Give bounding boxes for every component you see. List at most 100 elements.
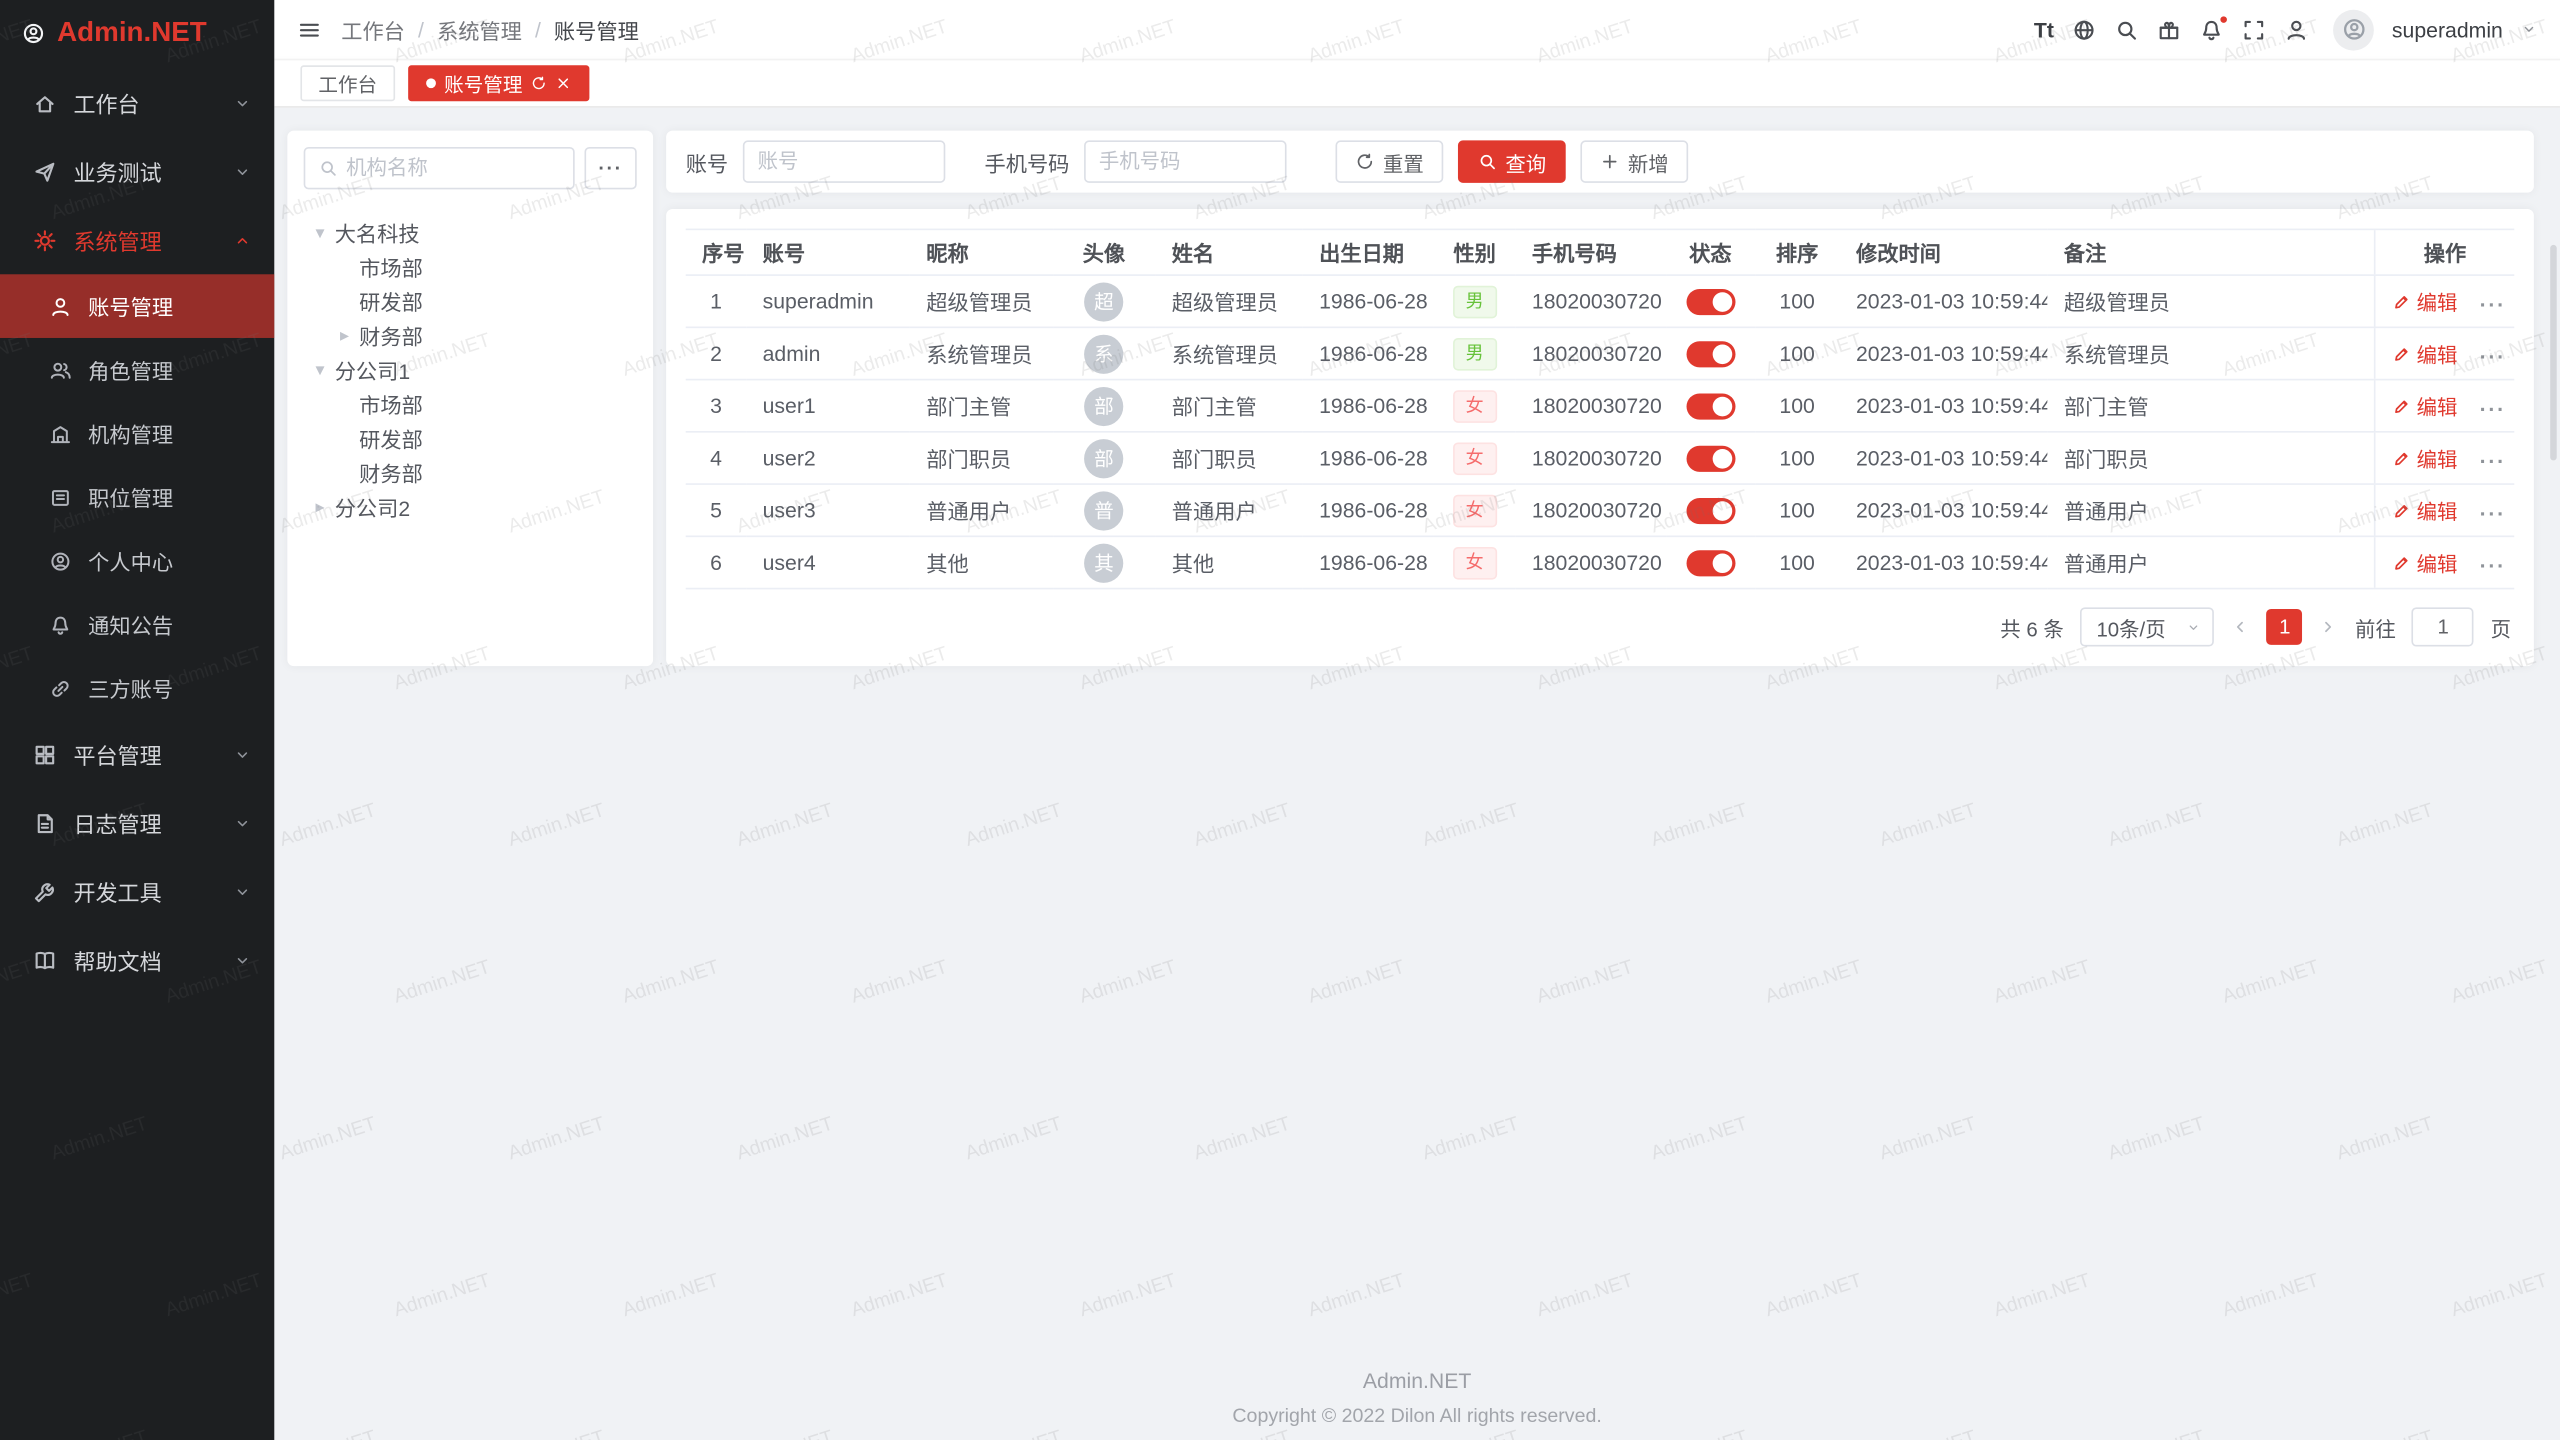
tree-node[interactable]: ▾大名科技 <box>304 216 637 250</box>
sidebar-item-label: 账号管理 <box>88 291 251 322</box>
edit-button[interactable]: 编辑 <box>2392 442 2457 473</box>
reset-button[interactable]: 重置 <box>1336 140 1444 182</box>
tab-account-management[interactable]: 账号管理 <box>408 65 589 101</box>
file-icon <box>33 811 57 835</box>
cell-remark: 部门主管 <box>2048 380 2375 432</box>
next-page-icon[interactable] <box>2319 617 2339 637</box>
prev-page-icon[interactable] <box>2231 617 2251 637</box>
username[interactable]: superadmin <box>2392 17 2503 41</box>
cell-name: 部门职员 <box>1155 432 1302 484</box>
sidebar-item-org-management[interactable]: 机构管理 <box>0 402 274 466</box>
tab-label: 工作台 <box>318 69 377 97</box>
phone-input[interactable] <box>1084 140 1286 182</box>
close-icon[interactable] <box>555 75 571 91</box>
sidebar-item-account-management[interactable]: 账号管理 <box>0 274 274 338</box>
status-toggle[interactable] <box>1686 550 1735 576</box>
gift-icon[interactable] <box>2157 17 2181 41</box>
search-icon[interactable] <box>2114 17 2138 41</box>
status-toggle[interactable] <box>1686 445 1735 471</box>
chevron-down-icon[interactable] <box>2521 21 2537 37</box>
sidebar-item-label: 日志管理 <box>73 807 217 840</box>
table-row: 4 user2 部门职员 部 部门职员 1986-06-28 女 1802003… <box>686 432 2515 484</box>
page-number-current[interactable]: 1 <box>2267 609 2303 645</box>
breadcrumb-item[interactable]: 系统管理 <box>437 14 522 45</box>
tree-node[interactable]: ▸分公司2 <box>304 490 637 524</box>
app: Admin.NET 工作台 业务测试 系统管理 账号管理 <box>0 0 2560 1440</box>
row-more-button[interactable]: ··· <box>2480 344 2506 368</box>
globe-icon[interactable] <box>2072 17 2096 41</box>
tree-more-button[interactable]: ··· <box>584 147 636 189</box>
page-size-select[interactable]: 10条/页 <box>2080 607 2215 646</box>
goto-label: 前往 <box>2355 611 2396 642</box>
caret-right-icon[interactable]: ▸ <box>310 496 330 517</box>
caret-down-icon[interactable]: ▾ <box>310 359 330 380</box>
user-avatar[interactable] <box>2333 9 2374 50</box>
gender-badge: 男 <box>1453 337 1497 370</box>
cell-index: 5 <box>686 484 747 536</box>
edit-label: 编辑 <box>2417 286 2458 317</box>
link-icon <box>49 677 72 700</box>
hamburger-menu-icon[interactable] <box>297 17 321 41</box>
row-more-button[interactable]: ··· <box>2480 448 2506 472</box>
sidebar-item-help-docs[interactable]: 帮助文档 <box>0 926 274 995</box>
tree-node[interactable]: 市场部 <box>304 250 637 284</box>
sidebar-item-role-management[interactable]: 角色管理 <box>0 338 274 402</box>
tree-node-label: 财务部 <box>359 457 423 488</box>
caret-down-icon[interactable]: ▾ <box>310 222 330 243</box>
sidebar-item-third-party-account[interactable]: 三方账号 <box>0 656 274 720</box>
tree-node[interactable]: 市场部 <box>304 387 637 421</box>
breadcrumb-item[interactable]: 工作台 <box>341 14 405 45</box>
main-area: 工作台 / 系统管理 / 账号管理 Tt sup <box>274 0 2560 1440</box>
tree-node[interactable]: ▸财务部 <box>304 318 637 352</box>
accounts-table-card: 序号 账号 昵称 头像 姓名 出生日期 性别 手机号码 状态 排序 修改时间 <box>666 209 2534 666</box>
tab-workbench[interactable]: 工作台 <box>300 65 395 101</box>
row-more-button[interactable]: ··· <box>2480 291 2506 315</box>
font-size-icon[interactable]: Tt <box>2034 17 2054 41</box>
notification-bell-button[interactable] <box>2199 17 2223 41</box>
sidebar-item-position-management[interactable]: 职位管理 <box>0 465 274 529</box>
goto-page-input[interactable] <box>2412 607 2474 646</box>
user-icon[interactable] <box>2284 17 2308 41</box>
status-toggle[interactable] <box>1686 341 1735 367</box>
row-more-button[interactable]: ··· <box>2480 553 2506 577</box>
edit-button[interactable]: 编辑 <box>2392 286 2457 317</box>
sidebar-item-platform-management[interactable]: 平台管理 <box>0 720 274 789</box>
column-header: 操作 <box>2375 229 2514 275</box>
add-button[interactable]: 新增 <box>1581 140 1689 182</box>
sidebar-item-business-test[interactable]: 业务测试 <box>0 137 274 206</box>
org-search-input[interactable] <box>346 157 560 180</box>
scrollbar-thumb[interactable] <box>2550 245 2557 461</box>
chevron-up-icon <box>233 231 251 249</box>
cell-actions: 编辑 ··· <box>2375 536 2514 588</box>
sidebar-item-personal-center[interactable]: 个人中心 <box>0 529 274 593</box>
table-row: 3 user1 部门主管 部 部门主管 1986-06-28 女 1802003… <box>686 380 2515 432</box>
edit-button[interactable]: 编辑 <box>2392 390 2457 421</box>
status-toggle[interactable] <box>1686 289 1735 315</box>
caret-right-icon[interactable]: ▸ <box>335 325 355 346</box>
cell-modified-time: 2023-01-03 10:59:44 <box>1840 432 2048 484</box>
edit-button[interactable]: 编辑 <box>2392 495 2457 526</box>
edit-icon <box>2392 291 2412 311</box>
refresh-icon[interactable] <box>531 75 547 91</box>
status-toggle[interactable] <box>1686 393 1735 419</box>
sidebar-item-system-management[interactable]: 系统管理 <box>0 206 274 275</box>
tree-node[interactable]: 财务部 <box>304 456 637 490</box>
sidebar-item-notice[interactable]: 通知公告 <box>0 593 274 657</box>
account-input[interactable] <box>743 140 945 182</box>
tree-node[interactable]: 研发部 <box>304 284 637 318</box>
edit-button[interactable]: 编辑 <box>2392 547 2457 578</box>
status-toggle[interactable] <box>1686 498 1735 524</box>
fullscreen-icon[interactable] <box>2242 17 2266 41</box>
edit-button[interactable]: 编辑 <box>2392 338 2457 369</box>
row-more-button[interactable]: ··· <box>2480 396 2506 420</box>
sidebar-item-dev-tools[interactable]: 开发工具 <box>0 857 274 926</box>
tree-node-label: 市场部 <box>359 389 423 420</box>
tree-node[interactable]: ▾分公司1 <box>304 353 637 387</box>
tree-node[interactable]: 研发部 <box>304 421 637 455</box>
sidebar-item-log-management[interactable]: 日志管理 <box>0 789 274 858</box>
sidebar-item-label: 职位管理 <box>88 482 251 513</box>
search-button[interactable]: 查询 <box>1458 140 1566 182</box>
row-more-button[interactable]: ··· <box>2480 500 2506 524</box>
logo[interactable]: Admin.NET <box>0 0 274 65</box>
sidebar-item-workbench[interactable]: 工作台 <box>0 69 274 138</box>
